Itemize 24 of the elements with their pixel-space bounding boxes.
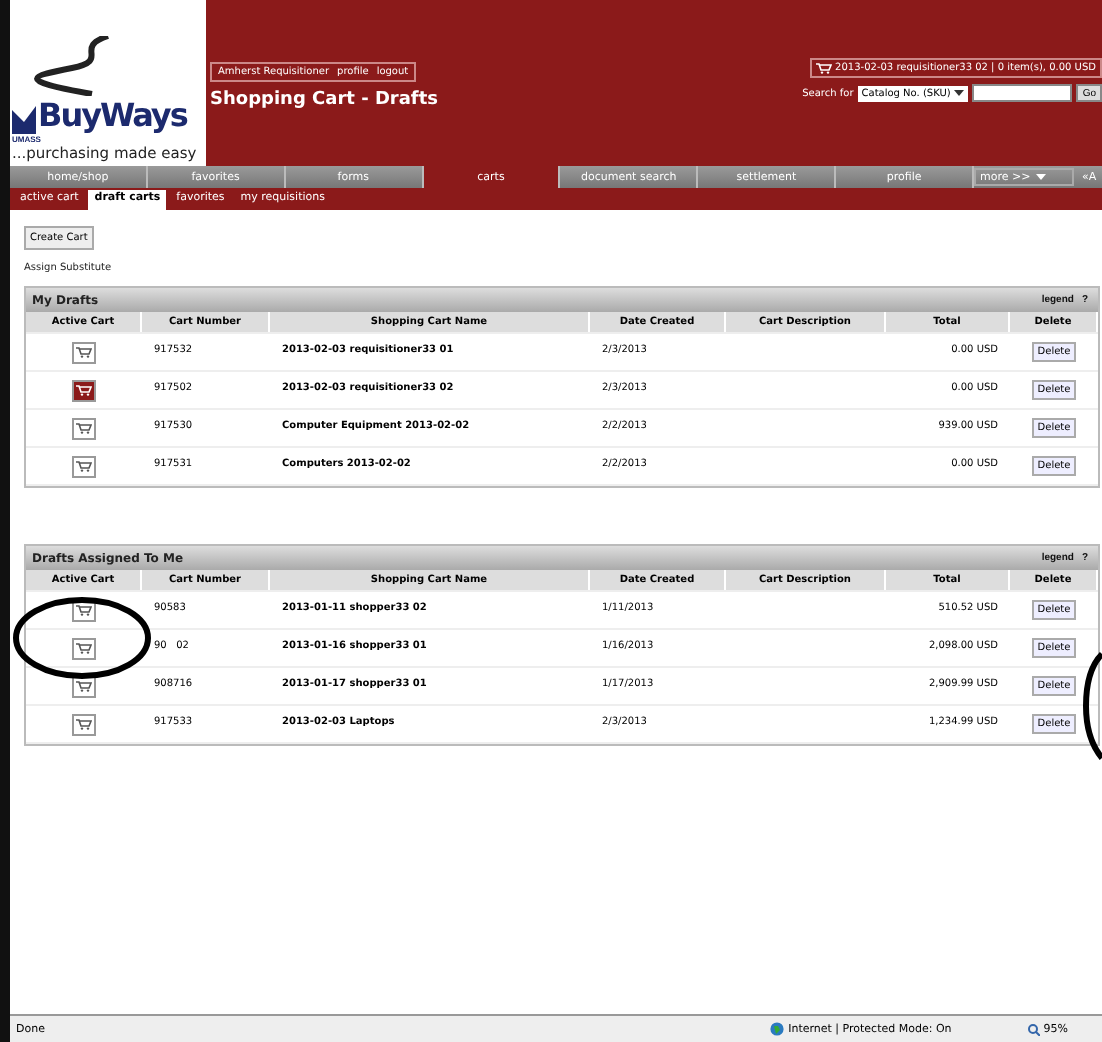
page-title: Shopping Cart - Drafts	[210, 90, 441, 110]
cart-icon	[76, 346, 92, 358]
globe-icon	[770, 1022, 785, 1036]
active-cart-toggle[interactable]	[72, 341, 96, 363]
active-cart-toggle[interactable]	[72, 417, 96, 439]
cart-icon	[815, 62, 832, 74]
cart-icon	[76, 718, 92, 730]
annotation-ellipse	[10, 596, 154, 680]
dropdown-icon	[954, 88, 965, 98]
cart-icon	[76, 604, 92, 616]
brand-name: BuyWays	[38, 96, 187, 134]
zoom-icon	[1027, 1023, 1040, 1035]
search-field[interactable]	[972, 84, 1073, 102]
cart-icon	[76, 642, 92, 654]
cart-icon	[76, 422, 92, 434]
logo-icon	[12, 106, 36, 134]
cart-icon	[76, 680, 92, 692]
active-cart-toggle[interactable]	[72, 379, 96, 401]
cart-icon	[76, 460, 92, 472]
active-cart-toggle[interactable]	[72, 637, 96, 659]
cart-icon	[76, 384, 92, 396]
dropdown-icon	[1036, 172, 1047, 182]
active-cart-toggle[interactable]	[72, 713, 96, 735]
active-cart-toggle[interactable]	[72, 455, 96, 477]
